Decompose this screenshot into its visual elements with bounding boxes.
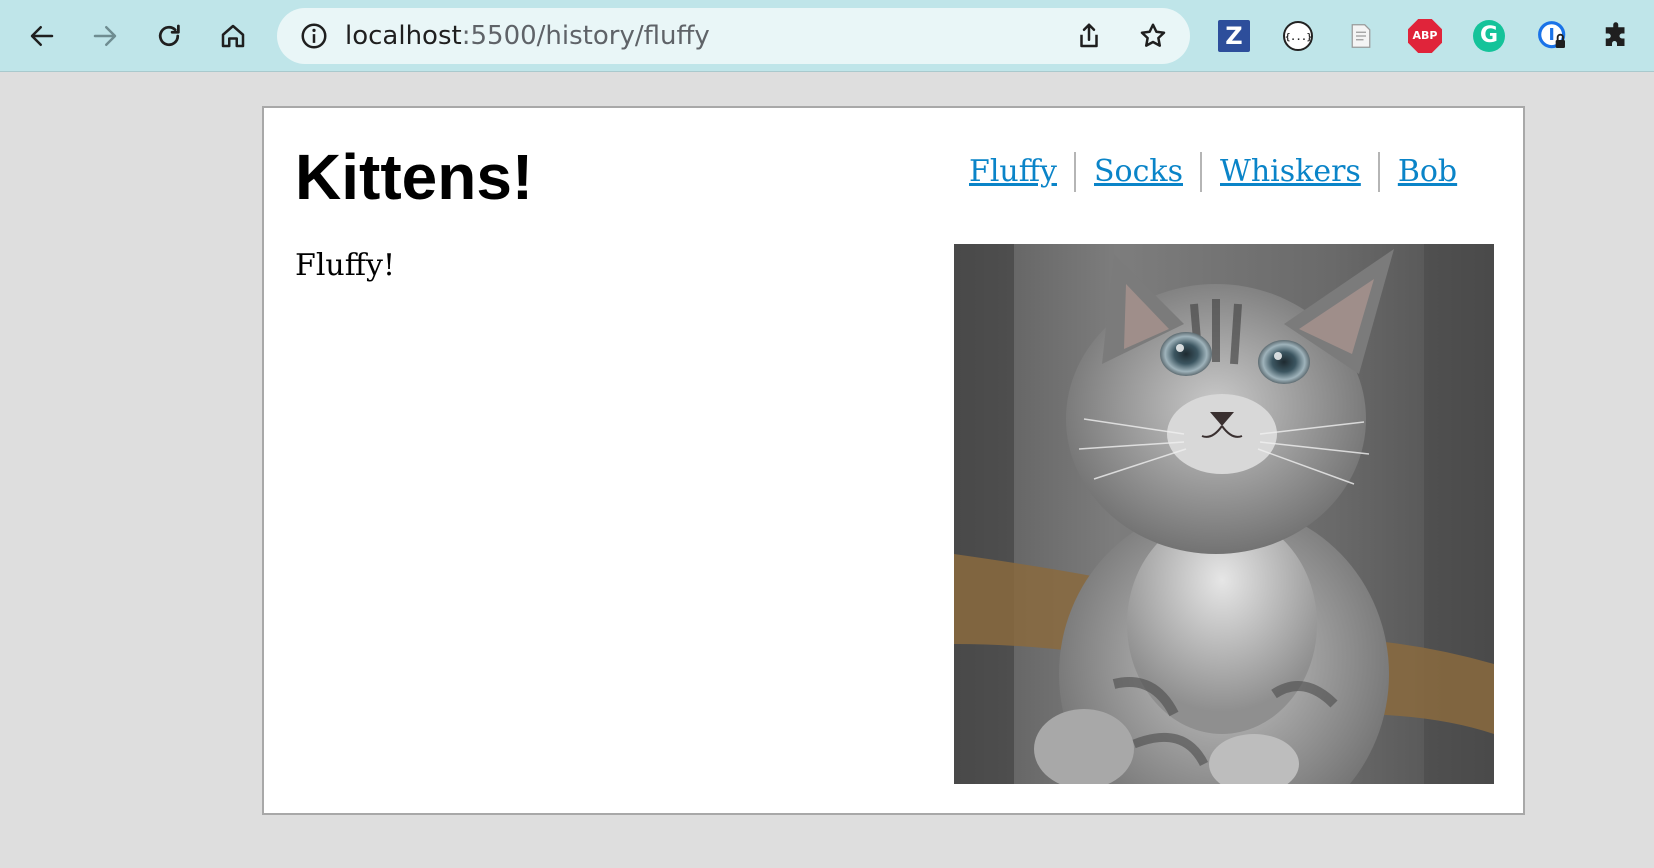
kitten-photo: [954, 244, 1494, 784]
grammarly-extension[interactable]: G: [1471, 18, 1507, 54]
home-button[interactable]: [213, 16, 253, 56]
reload-icon: [158, 24, 180, 47]
address-bar[interactable]: localhost:5500/history/fluffy: [277, 8, 1190, 64]
nav-link-bob[interactable]: Bob: [1377, 152, 1474, 192]
password-manager-extension[interactable]: [1535, 18, 1571, 54]
browser-toolbar: localhost:5500/history/fluffy Z {...} AB…: [0, 0, 1654, 72]
home-icon: [221, 24, 245, 48]
extensions-button[interactable]: [1599, 18, 1635, 54]
kitten-nav: Fluffy Socks Whiskers Bob: [969, 152, 1474, 192]
puzzle-icon: [1605, 22, 1625, 46]
content-text: Fluffy!: [295, 248, 396, 283]
zotero-extension[interactable]: Z: [1216, 18, 1252, 54]
json-extension[interactable]: {...}: [1280, 18, 1316, 54]
password-lock-icon: [1538, 21, 1566, 49]
notes-extension[interactable]: [1343, 18, 1379, 54]
document-icon: [1351, 24, 1371, 48]
url-text[interactable]: localhost:5500/history/fluffy: [345, 8, 710, 64]
info-icon[interactable]: [299, 21, 329, 51]
star-icon[interactable]: [1138, 21, 1168, 51]
reload-button[interactable]: [149, 16, 189, 56]
json-icon: {...}: [1283, 21, 1313, 51]
kitten-image: [954, 244, 1494, 784]
back-button[interactable]: [22, 16, 62, 56]
grammarly-icon: G: [1473, 20, 1505, 52]
page-title: Kittens!: [295, 141, 534, 213]
nav-link-socks[interactable]: Socks: [1074, 152, 1200, 192]
arrow-right-icon: [93, 26, 117, 46]
share-icon[interactable]: [1074, 21, 1104, 51]
url-path: :5500/history/fluffy: [461, 21, 710, 51]
url-host: localhost: [345, 21, 462, 51]
nav-link-whiskers[interactable]: Whiskers: [1200, 152, 1378, 192]
arrow-left-icon: [30, 26, 54, 46]
adblock-extension[interactable]: ABP: [1407, 18, 1443, 54]
adblock-icon: ABP: [1408, 19, 1442, 53]
forward-button[interactable]: [85, 16, 125, 56]
zotero-icon: Z: [1218, 20, 1250, 52]
nav-link-fluffy[interactable]: Fluffy: [969, 152, 1074, 192]
page-card: Kittens! Fluffy Socks Whiskers Bob Fluff…: [262, 106, 1525, 815]
